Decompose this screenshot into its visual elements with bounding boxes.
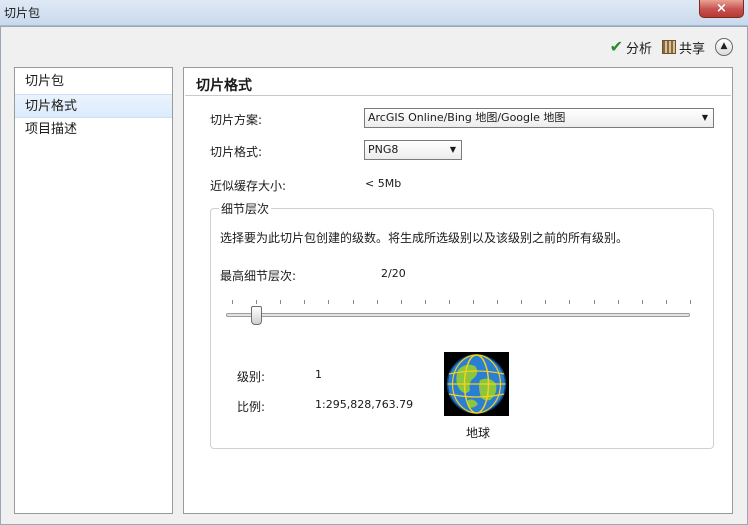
slider-tick [424, 300, 426, 304]
globe-preview [444, 352, 509, 416]
lod-slider-thumb[interactable] [251, 306, 263, 325]
share-button[interactable]: 共享 [661, 38, 705, 57]
globe-icon [446, 354, 507, 414]
slider-tick [304, 300, 306, 304]
lod-slider-track[interactable] [226, 313, 690, 317]
slider-tick [665, 300, 667, 304]
title-divider [185, 95, 731, 96]
slider-tick [232, 300, 233, 304]
cache-size-label: 近似缓存大小: [210, 179, 287, 193]
tile-package-pane: ✔ 分析 共享 ▲ 切片包 切片格式 项目描述 切片格式 切片方案: ArcGI… [0, 26, 748, 525]
tiling-scheme-value: ArcGIS Online/Bing 地图/Google 地图 [368, 111, 566, 124]
slider-tick [280, 300, 282, 304]
slider-tick [376, 300, 378, 304]
tiling-scheme-dropdown[interactable]: ArcGIS Online/Bing 地图/Google 地图 ▼ [364, 108, 714, 128]
slider-ticks [232, 300, 691, 306]
tiling-scheme-label: 切片方案: [210, 113, 263, 127]
slider-tick [593, 300, 595, 304]
slider-tick [617, 300, 619, 304]
chevron-down-icon: ▼ [449, 145, 456, 154]
cache-size-value: < 5Mb [365, 177, 402, 190]
level-label: 级别: [237, 370, 266, 384]
slider-tick [690, 300, 691, 304]
check-icon: ✔ [609, 37, 623, 56]
slider-tick [448, 300, 450, 304]
sidebar-item-tile-format[interactable]: 切片格式 [15, 94, 172, 118]
close-button[interactable]: × [699, 0, 744, 18]
lod-description: 选择要为此切片包创建的级数。将生成所选级别以及该级别之前的所有级别。 [220, 231, 629, 245]
analyze-button[interactable]: ✔ 分析 [610, 38, 652, 57]
tile-format-dropdown[interactable]: PNG8 ▼ [364, 140, 462, 160]
slider-tick [569, 300, 571, 304]
slider-tick [328, 300, 330, 304]
level-value: 1 [315, 368, 322, 381]
lod-legend: 细节层次 [219, 200, 272, 217]
chevron-down-icon: ▼ [701, 113, 708, 122]
page-title: 切片格式 [196, 78, 252, 94]
chevron-up-icon[interactable]: ▲ [715, 38, 733, 56]
slider-tick [545, 300, 547, 304]
tile-format-label: 切片格式: [210, 145, 263, 159]
slider-tick [497, 300, 499, 304]
title-bar: 切片包 × [0, 0, 748, 26]
window-title: 切片包 [4, 6, 41, 20]
slider-tick [641, 300, 643, 304]
scale-value: 1:295,828,763.79 [315, 398, 414, 411]
max-lod-value: 2/20 [381, 267, 406, 280]
tile-format-value: PNG8 [368, 143, 399, 156]
sidebar-item-tile-package[interactable]: 切片包 [15, 70, 172, 94]
scale-label: 比例: [237, 400, 266, 414]
slider-tick [400, 300, 402, 304]
slider-tick [256, 300, 258, 304]
preview-caption: 地球 [466, 426, 491, 440]
analyze-label: 分析 [625, 41, 652, 57]
share-icon [661, 40, 676, 54]
main-panel: 切片格式 切片方案: ArcGIS Online/Bing 地图/Google … [183, 67, 733, 514]
toolbar: ✔ 分析 共享 ▲ [610, 37, 733, 57]
slider-tick [473, 300, 475, 304]
share-label: 共享 [678, 41, 705, 57]
sidebar: 切片包 切片格式 项目描述 [14, 67, 173, 514]
max-lod-label: 最高细节层次: [220, 269, 297, 283]
sidebar-item-item-description[interactable]: 项目描述 [15, 118, 172, 142]
slider-tick [521, 300, 523, 304]
slider-tick [352, 300, 354, 304]
